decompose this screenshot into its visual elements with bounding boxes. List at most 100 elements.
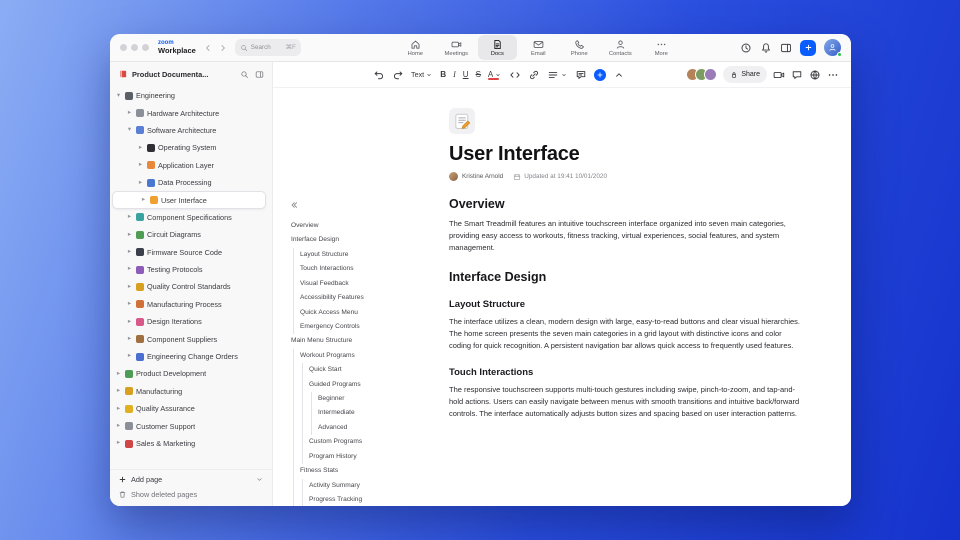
outline-item-interface-design[interactable]: Interface Design bbox=[289, 233, 415, 247]
tab-contacts[interactable]: Contacts bbox=[601, 35, 640, 60]
strikethrough-button[interactable]: S bbox=[476, 70, 481, 79]
side-panel-toggle-icon[interactable] bbox=[780, 42, 792, 54]
sidebar-item-user-interface[interactable]: ▸ User Interface bbox=[112, 191, 266, 209]
clock-icon[interactable] bbox=[740, 42, 752, 54]
tab-more[interactable]: More bbox=[642, 35, 681, 60]
outline-item-overview[interactable]: Overview bbox=[289, 219, 415, 233]
tab-home[interactable]: Home bbox=[396, 35, 435, 60]
tab-docs[interactable]: Docs bbox=[477, 35, 517, 60]
sidebar-item-hardware-architecture[interactable]: ▸ Hardware Architecture bbox=[110, 104, 272, 121]
outline-item-workout-programs[interactable]: Workout Programs bbox=[289, 348, 415, 364]
outline-item-intermediate[interactable]: Intermediate bbox=[289, 406, 415, 421]
doc-body[interactable]: Overview The Smart Treadmill features an … bbox=[449, 197, 801, 420]
sidebar-item-operating-system[interactable]: ▸ Operating System bbox=[110, 139, 272, 156]
outline-item-advanced[interactable]: Advanced bbox=[289, 420, 415, 436]
sidebar-item-data-processing[interactable]: ▸ Data Processing bbox=[110, 174, 272, 191]
underline-button[interactable]: U bbox=[463, 70, 469, 79]
chevron-down-icon[interactable]: ▾ bbox=[126, 127, 133, 134]
sidebar-item-software-architecture[interactable]: ▾ Software Architecture bbox=[110, 122, 272, 139]
chevron-right-icon[interactable]: ▸ bbox=[126, 213, 133, 220]
outline-item-activity-summary[interactable]: Activity Summary bbox=[289, 478, 415, 494]
outline-item-beginner[interactable]: Beginner bbox=[289, 392, 415, 407]
list-dropdown[interactable] bbox=[547, 69, 568, 81]
camera-icon[interactable] bbox=[773, 69, 785, 81]
forward-icon[interactable] bbox=[218, 43, 228, 53]
chevron-down-icon[interactable]: ▾ bbox=[115, 92, 122, 99]
close-window-button[interactable] bbox=[120, 44, 127, 51]
bell-icon[interactable] bbox=[760, 42, 772, 54]
outline-item-quick-access-menu[interactable]: Quick Access Menu bbox=[289, 305, 415, 320]
italic-button[interactable]: I bbox=[453, 70, 456, 79]
sidebar-item-design-iterations[interactable]: ▸ Design Iterations bbox=[110, 313, 272, 330]
sidebar-collapse-icon[interactable] bbox=[255, 70, 264, 79]
globe-icon[interactable] bbox=[809, 69, 821, 81]
chevron-right-icon[interactable]: ▸ bbox=[126, 248, 133, 255]
sidebar-item-component-suppliers[interactable]: ▸ Component Suppliers bbox=[110, 330, 272, 347]
outline-item-custom-programs[interactable]: Custom Programs bbox=[289, 435, 415, 450]
sidebar-item-circuit-diagrams[interactable]: ▸ Circuit Diagrams bbox=[110, 226, 272, 243]
profile-avatar[interactable] bbox=[824, 39, 842, 57]
add-page-button[interactable]: Add page bbox=[118, 475, 264, 484]
share-button[interactable]: Share bbox=[723, 66, 767, 83]
minimize-window-button[interactable] bbox=[131, 44, 138, 51]
insert-block-button[interactable] bbox=[594, 68, 607, 81]
sidebar-item-application-layer[interactable]: ▸ Application Layer bbox=[110, 157, 272, 174]
chevron-right-icon[interactable]: ▸ bbox=[126, 266, 133, 273]
outline-item-fitness-stats[interactable]: Fitness Stats bbox=[289, 464, 415, 479]
sidebar-item-engineering-change-orders[interactable]: ▸ Engineering Change Orders bbox=[110, 348, 272, 365]
sidebar-item-manufacturing-process[interactable]: ▸ Manufacturing Process bbox=[110, 296, 272, 313]
zoom-window-button[interactable] bbox=[142, 44, 149, 51]
bold-button[interactable]: B bbox=[440, 70, 446, 79]
outline-item-touch-interactions[interactable]: Touch Interactions bbox=[289, 262, 415, 277]
chevron-right-icon[interactable]: ▸ bbox=[126, 318, 133, 325]
chevron-right-icon[interactable]: ▸ bbox=[115, 370, 122, 377]
chevron-right-icon[interactable]: ▸ bbox=[115, 405, 122, 412]
outline-item-layout-structure[interactable]: Layout Structure bbox=[289, 247, 415, 263]
sidebar-search-icon[interactable] bbox=[240, 70, 249, 79]
tab-meetings[interactable]: Meetings bbox=[437, 35, 476, 60]
link-icon[interactable] bbox=[528, 69, 540, 81]
chevron-right-icon[interactable]: ▸ bbox=[137, 179, 144, 186]
outline-item-guided-programs[interactable]: Guided Programs bbox=[289, 377, 415, 393]
undo-icon[interactable] bbox=[373, 69, 385, 81]
chevron-right-icon[interactable]: ▸ bbox=[126, 109, 133, 116]
add-page-chevron-icon[interactable] bbox=[255, 475, 264, 484]
tab-email[interactable]: Email bbox=[519, 35, 558, 60]
collapse-toolbar-icon[interactable] bbox=[613, 69, 625, 81]
sidebar-item-component-specifications[interactable]: ▸ Component Specifications bbox=[110, 209, 272, 226]
chevron-right-icon[interactable]: ▸ bbox=[137, 144, 144, 151]
page-emoji-icon[interactable] bbox=[449, 108, 475, 134]
text-color-button[interactable]: A bbox=[487, 70, 502, 80]
outline-item-emergency-controls[interactable]: Emergency Controls bbox=[289, 319, 415, 335]
back-icon[interactable] bbox=[203, 43, 213, 53]
outline-item-main-menu-structure[interactable]: Main Menu Structure bbox=[289, 334, 415, 348]
chevron-right-icon[interactable]: ▸ bbox=[126, 283, 133, 290]
new-item-button[interactable] bbox=[800, 39, 816, 56]
sidebar-item-manufacturing[interactable]: ▸ Manufacturing bbox=[110, 383, 272, 400]
sidebar-item-quality-control-standards[interactable]: ▸ Quality Control Standards bbox=[110, 278, 272, 295]
sidebar-item-quality-assurance[interactable]: ▸ Quality Assurance bbox=[110, 400, 272, 417]
outline-item-accessibility-features[interactable]: Accessibility Features bbox=[289, 291, 415, 306]
chevron-right-icon[interactable]: ▸ bbox=[126, 300, 133, 307]
code-icon[interactable] bbox=[509, 69, 521, 81]
text-style-dropdown[interactable]: Text bbox=[411, 70, 433, 79]
sidebar-item-firmware-source-code[interactable]: ▸ Firmware Source Code bbox=[110, 244, 272, 261]
window-controls[interactable] bbox=[120, 44, 149, 51]
sidebar-item-product-development[interactable]: ▸ Product Development bbox=[110, 365, 272, 382]
comment-icon[interactable] bbox=[575, 69, 587, 81]
show-deleted-pages-button[interactable]: Show deleted pages bbox=[118, 490, 264, 499]
sidebar-item-customer-support[interactable]: ▸ Customer Support bbox=[110, 417, 272, 434]
chevron-right-icon[interactable]: ▸ bbox=[126, 353, 133, 360]
tab-phone[interactable]: Phone bbox=[560, 35, 599, 60]
global-search-input[interactable]: Search ⌘F bbox=[234, 39, 301, 56]
sidebar-item-testing-protocols[interactable]: ▸ Testing Protocols bbox=[110, 261, 272, 278]
sidebar-item-sales-marketing[interactable]: ▸ Sales & Marketing bbox=[110, 435, 272, 452]
outline-item-program-history[interactable]: Program History bbox=[289, 449, 415, 465]
more-options-icon[interactable] bbox=[827, 69, 839, 81]
chevron-right-icon[interactable]: ▸ bbox=[115, 422, 122, 429]
chevron-right-icon[interactable]: ▸ bbox=[126, 231, 133, 238]
chevron-right-icon[interactable]: ▸ bbox=[137, 161, 144, 168]
collapse-outline-icon[interactable] bbox=[289, 200, 299, 210]
sidebar-item-engineering[interactable]: ▾ Engineering bbox=[110, 87, 272, 104]
chevron-right-icon[interactable]: ▸ bbox=[126, 335, 133, 342]
